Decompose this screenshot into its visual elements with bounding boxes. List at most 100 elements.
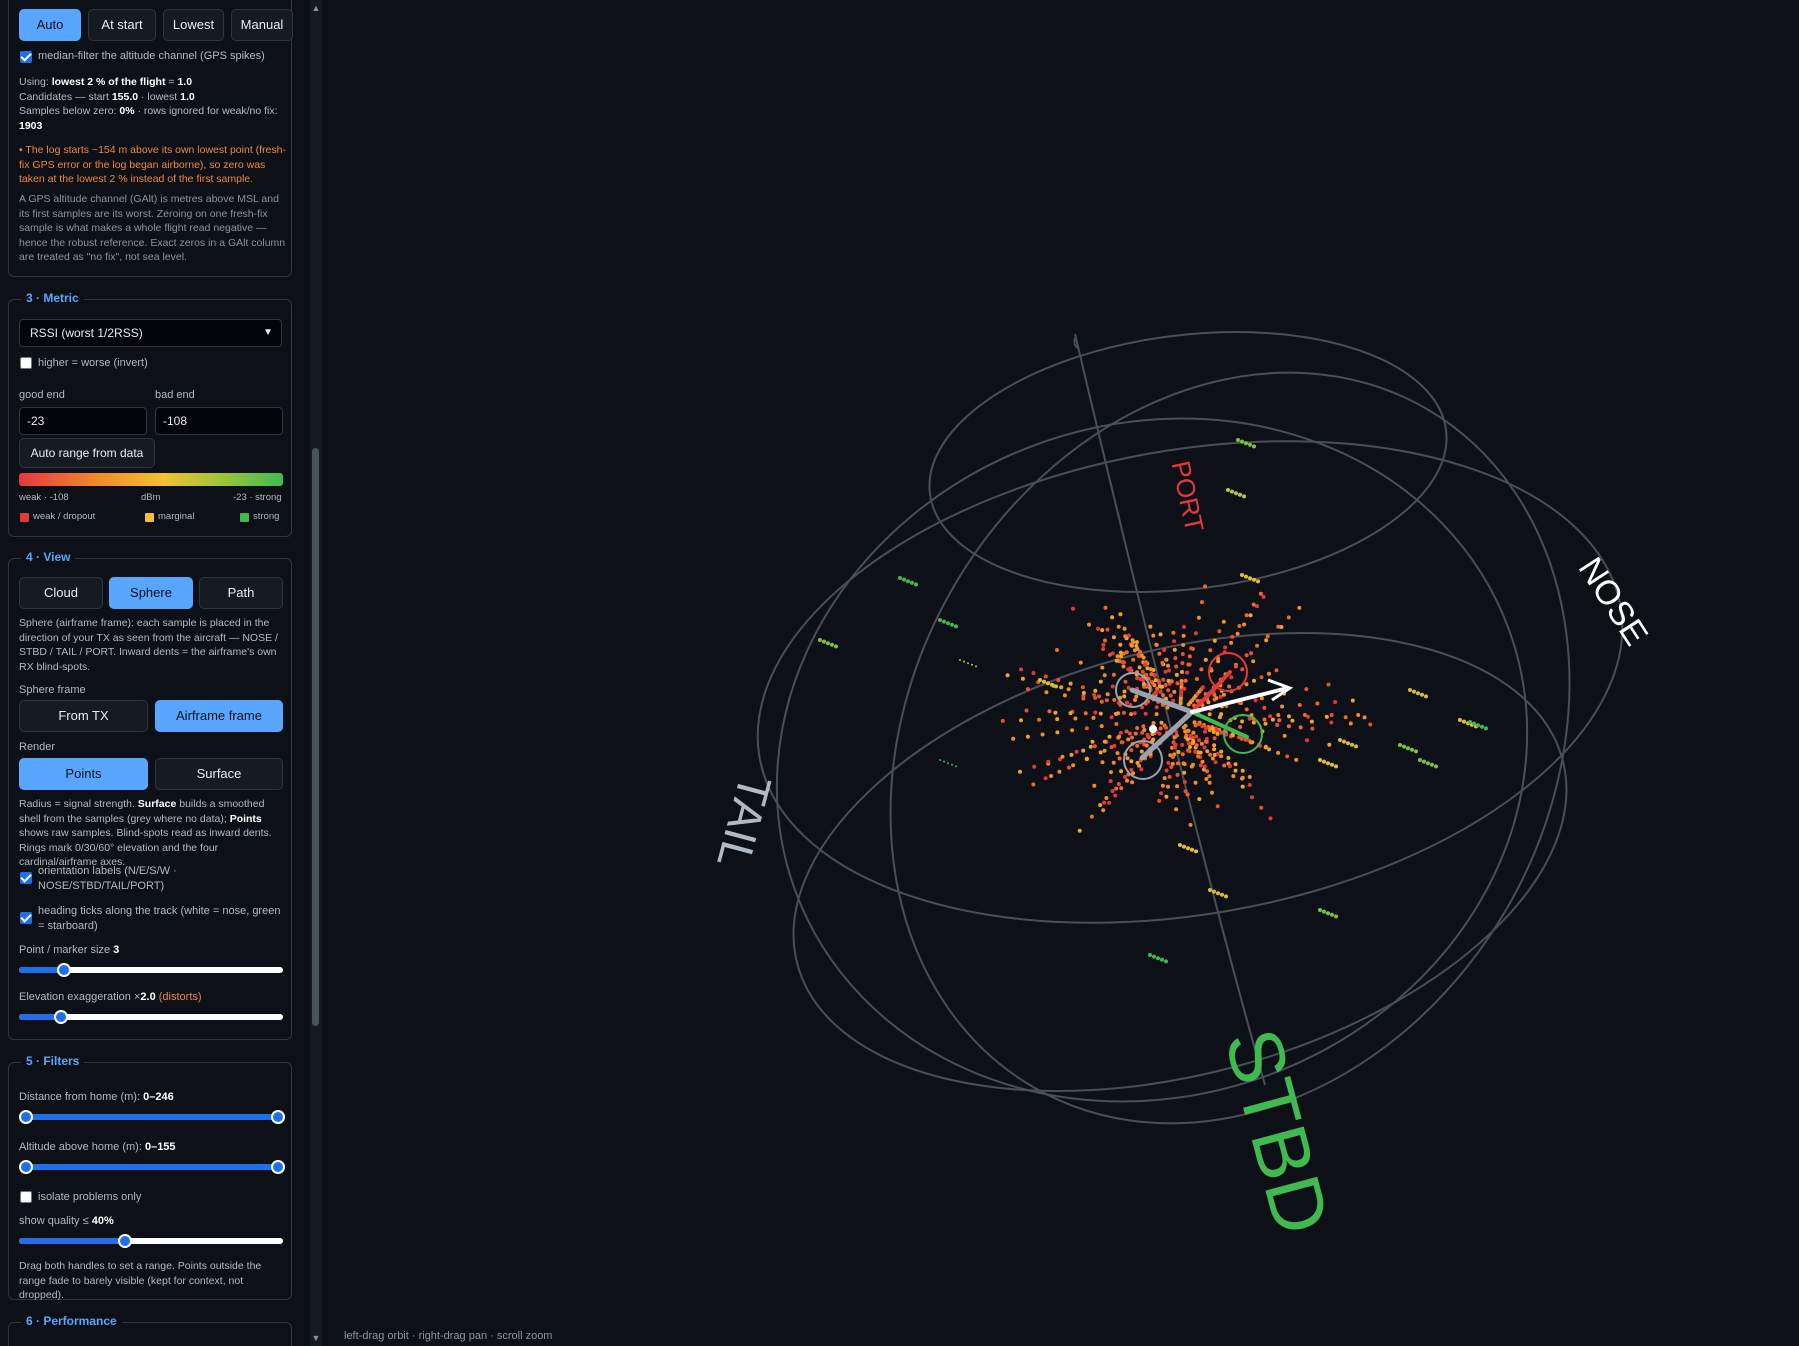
signal-point [1166,663,1170,668]
altitude-range-slider[interactable] [23,1164,281,1170]
signal-point [1165,705,1170,710]
signal-point [1249,651,1254,656]
signal-point [1134,640,1139,645]
signal-point [1159,720,1164,725]
signal-point [1018,769,1022,774]
signal-point [1227,684,1232,689]
signal-point [1203,729,1207,734]
marker-size-thumb[interactable] [56,963,71,977]
legend-marginal-label: marginal [158,511,195,522]
frame-airframe-button[interactable]: Airframe frame [155,700,283,732]
signal-point [1262,705,1267,710]
nose-label: NOSE [1571,551,1655,653]
signal-point [1263,745,1268,750]
sphere-scene[interactable]: PORT NOSE TAIL STBD [322,0,1799,1346]
signal-point [1200,600,1204,605]
signal-point [1131,657,1136,662]
bad-end-input[interactable]: -108 [155,407,283,435]
signal-point [1133,698,1137,702]
view-path-button[interactable]: Path [199,577,283,609]
zero-lowest-button[interactable]: Lowest [163,9,224,41]
signal-point [1050,682,1054,687]
isolate-problems-checkbox[interactable] [20,1191,32,1203]
signal-point [1037,717,1042,722]
signal-point [1218,694,1223,699]
signal-point [1203,739,1208,744]
frame-from-tx-button[interactable]: From TX [19,700,148,732]
signal-point [1186,741,1191,746]
signal-point [1149,679,1154,684]
signal-point [1193,780,1198,785]
legend-marginal-swatch [145,513,154,522]
signal-point [1154,712,1159,717]
auto-range-button[interactable]: Auto range from data [19,438,155,468]
signal-point [1248,576,1252,581]
zero-manual-button[interactable]: Manual [231,9,293,41]
altitude-zero-panel: Auto At start Lowest Manual median-filte… [8,0,293,277]
signal-point [1329,720,1334,725]
signal-point [1240,784,1245,789]
view-cloud-button[interactable]: Cloud [19,577,103,609]
zero-at-start-button[interactable]: At start [88,9,156,41]
quality-thumb[interactable] [117,1234,132,1248]
signal-point [1011,736,1016,741]
signal-point [1182,624,1186,629]
signal-point [1123,679,1128,684]
signal-point [1348,721,1353,726]
signal-point [1202,745,1207,750]
distance-min-thumb[interactable] [19,1110,33,1124]
signal-point [1249,740,1253,745]
signal-point [1208,888,1212,892]
signal-point [1099,724,1104,729]
signal-point [1157,680,1162,685]
signal-point [1275,723,1280,727]
signal-point [898,576,902,580]
signal-point [1174,672,1179,677]
render-points-button[interactable]: Points [19,758,148,790]
distance-max-thumb[interactable] [271,1110,285,1124]
signal-point [1215,731,1220,736]
signal-point [1024,708,1029,713]
signal-point [914,582,918,587]
scroll-up-icon[interactable]: ▲ [310,2,322,14]
signal-point [1123,775,1127,779]
altitude-max-thumb[interactable] [271,1160,285,1174]
legend-strong-label: strong [253,511,280,522]
metric-select[interactable]: RSSI (worst 1/2RSS) ▼ [19,319,282,347]
signal-point [1248,613,1253,618]
distance-range-slider[interactable] [23,1114,281,1120]
signal-point [1109,770,1113,775]
good-end-input[interactable]: -23 [19,407,147,435]
signal-point [1342,739,1346,744]
signal-point [1318,908,1322,912]
scroll-down-icon[interactable]: ▼ [310,1332,322,1344]
signal-point [1104,796,1109,800]
median-filter-checkbox[interactable] [20,51,32,63]
view-sphere-button[interactable]: Sphere [109,577,193,609]
heading-ticks-checkbox[interactable] [20,912,32,924]
zero-auto-button[interactable]: Auto [19,9,81,41]
signal-point [1244,682,1249,687]
orientation-labels-checkbox[interactable] [20,872,32,884]
signal-point [1102,748,1107,753]
signal-point [1183,729,1188,734]
signal-point [1068,711,1073,716]
signal-point [1416,691,1420,696]
sidebar-scrollbar-thumb[interactable] [312,448,319,1026]
signal-point [1122,694,1127,699]
metric-color-scale [19,473,283,486]
sphere-3d-viewport[interactable]: PORT NOSE TAIL STBD [322,0,1799,1346]
signal-point [1424,694,1428,699]
signal-point [1207,712,1212,717]
elevation-thumb[interactable] [54,1010,69,1024]
render-surface-button[interactable]: Surface [155,758,283,790]
signal-point [1161,677,1166,682]
altitude-min-thumb[interactable] [19,1160,33,1174]
signal-point [1112,697,1117,702]
signal-point [1110,684,1115,689]
signal-point [1121,710,1126,715]
invert-checkbox[interactable] [20,357,32,369]
signal-point [1282,733,1287,738]
signal-point [1250,795,1254,800]
signal-point [1198,763,1203,768]
